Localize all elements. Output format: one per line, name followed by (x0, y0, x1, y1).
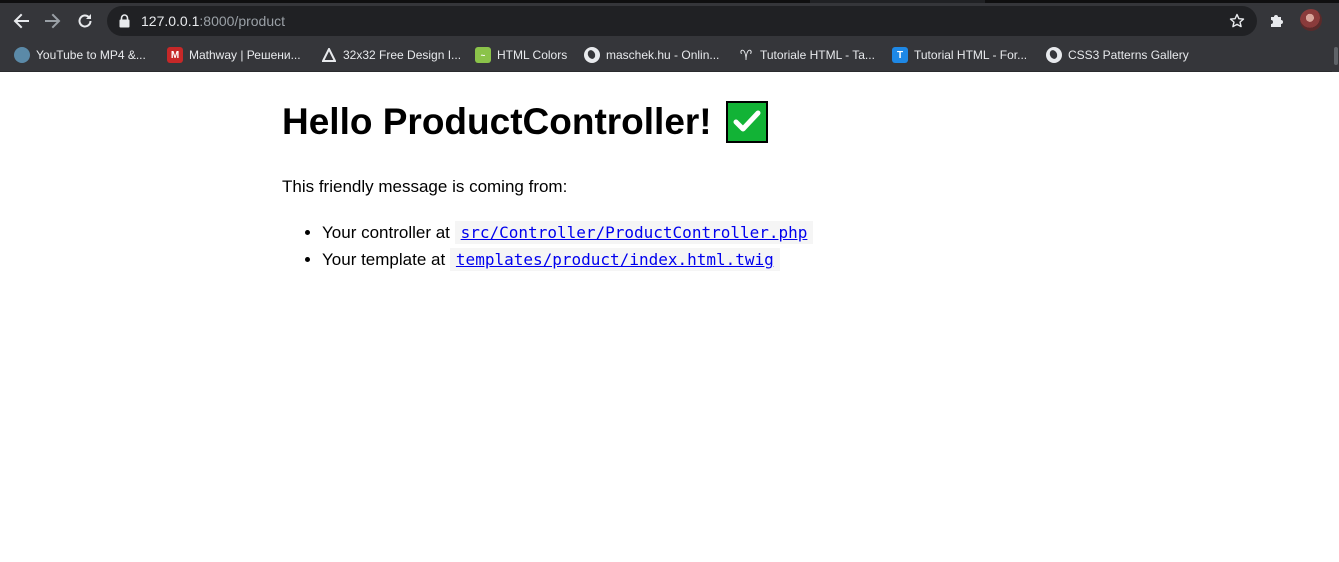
heading-text: Hello ProductController! (282, 101, 712, 142)
bookmark-tutorial-html[interactable]: T Tutorial HTML - For... (892, 45, 1027, 65)
bookmark-label: CSS3 Patterns Gallery (1068, 48, 1189, 62)
bookmark-label: Tutorial HTML - For... (914, 48, 1028, 62)
bookmark-star-icon[interactable] (1229, 13, 1245, 29)
bookmark-css3-patterns[interactable]: CSS3 Patterns Gallery (1046, 45, 1189, 65)
bookmark-label: HTML Colors (497, 48, 568, 62)
arrow-left-icon (13, 13, 29, 29)
list-item: Your controller at src/Controller/Produc… (322, 219, 814, 246)
bookmark-maschek[interactable]: maschek.hu - Onlin... (584, 45, 719, 65)
tutoriale-icon: ♈ (739, 46, 753, 63)
bookmark-32x32-design[interactable]: 32x32 Free Design I... (321, 45, 461, 65)
bookmark-label: Mathway | Решени... (189, 48, 301, 62)
bookmark-label: maschek.hu - Onlin... (606, 48, 720, 62)
browser-toolbar: 127.0.0.1:8000/product (0, 3, 1339, 39)
reload-icon (78, 14, 92, 28)
item-prefix: Your controller at (322, 223, 450, 242)
bookmark-youtube-mp4[interactable]: YouTube to MP4 &... (14, 45, 146, 65)
intro-text: This friendly message is coming from: (282, 177, 568, 196)
bookmarks-overflow (1332, 39, 1339, 72)
code-path: templates/product/index.html.twig (449, 248, 780, 271)
globe-icon (1046, 47, 1062, 63)
bookmark-label: YouTube to MP4 &... (36, 48, 146, 62)
address-bar[interactable]: 127.0.0.1:8000/product (107, 6, 1257, 36)
bookmark-label: 32x32 Free Design I... (343, 48, 462, 62)
extensions-puzzle-icon[interactable] (1268, 11, 1286, 29)
youtube-converter-icon (14, 47, 30, 63)
controller-path-link[interactable]: src/Controller/ProductController.php (461, 223, 808, 242)
forward-button[interactable] (40, 8, 66, 34)
bookmark-tutoriale-html[interactable]: ♈ Tutoriale HTML - Ta... (738, 45, 875, 65)
reload-button[interactable] (72, 8, 98, 34)
list-item: Your template at templates/product/index… (322, 246, 813, 273)
url-path: :8000/product (199, 13, 286, 29)
html-colors-icon: ~ (475, 47, 491, 63)
source-list: Your controller at src/Controller/Produc… (322, 219, 814, 273)
template-path-link[interactable]: templates/product/index.html.twig (456, 250, 774, 269)
page-viewport: Hello ProductController! This friendly m… (0, 72, 1339, 562)
bookmark-mathway[interactable]: M Mathway | Решени... (167, 45, 301, 65)
mathway-icon: M (167, 47, 183, 63)
design-icon (321, 47, 337, 63)
page-heading: Hello ProductController! (282, 100, 768, 144)
tutorial-t-icon: T (892, 47, 908, 63)
bookmarks-bar: YouTube to MP4 &... M Mathway | Решени..… (0, 39, 1339, 72)
lock-icon (119, 14, 130, 28)
url-host: 127.0.0.1 (141, 13, 200, 29)
back-button[interactable] (8, 8, 34, 34)
bookmark-html-colors[interactable]: ~ HTML Colors (475, 45, 567, 65)
check-mark-button-icon (725, 101, 768, 143)
arrow-right-icon (45, 13, 61, 29)
bookmark-label: Tutoriale HTML - Ta... (760, 48, 875, 62)
profile-avatar[interactable] (1300, 9, 1322, 31)
code-path: src/Controller/ProductController.php (454, 221, 814, 244)
globe-icon (584, 47, 600, 63)
url-text[interactable]: 127.0.0.1:8000/product (141, 13, 285, 29)
item-prefix: Your template at (322, 250, 446, 269)
